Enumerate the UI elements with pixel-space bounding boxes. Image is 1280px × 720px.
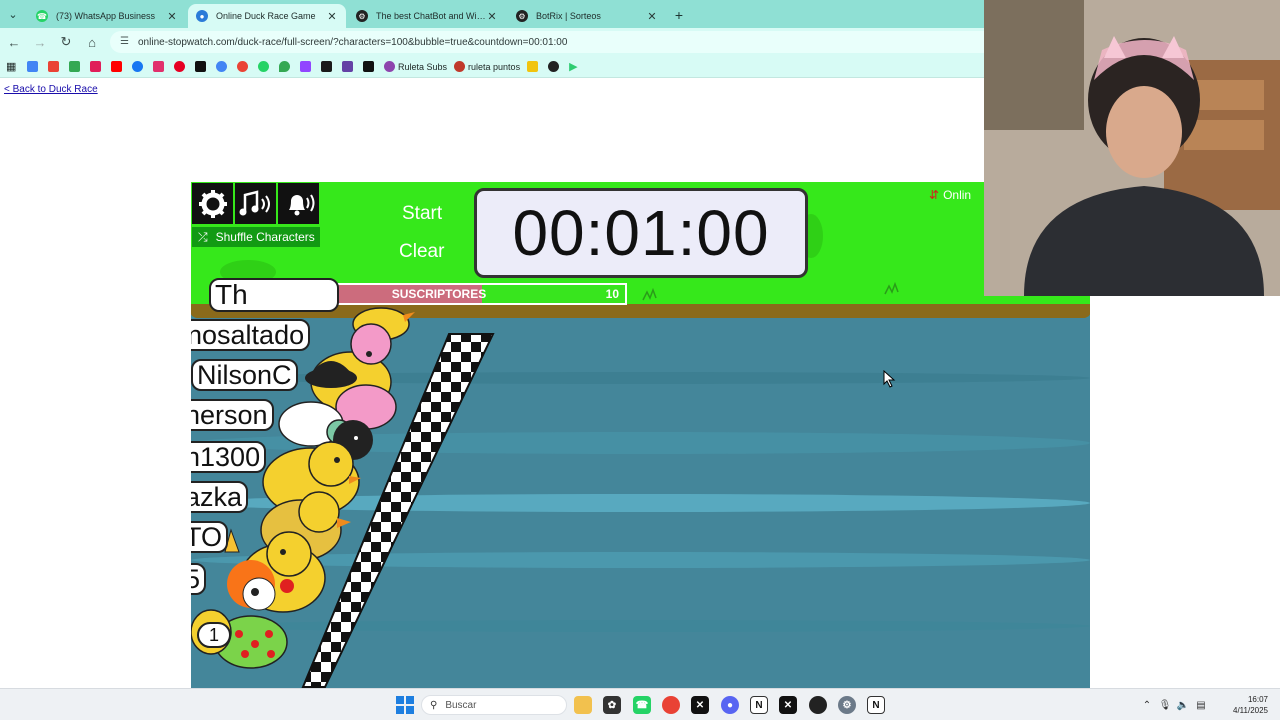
mouse-cursor-icon [883, 370, 896, 388]
online-label: Onlin [943, 188, 972, 202]
system-clock[interactable]: 16:07 4/11/2025 [1210, 694, 1280, 716]
duck-name-tag: Th [209, 278, 339, 312]
address-bar[interactable]: ☰ online-stopwatch.com/duck-race/full-sc… [110, 31, 1070, 53]
forward-arrow-icon[interactable]: → [28, 30, 52, 54]
clock-time: 16:07 [1247, 695, 1268, 704]
chrome-icon[interactable] [662, 696, 680, 714]
duck-name-tag: n1300 [191, 441, 267, 473]
microphone-icon[interactable]: 🎙 [1156, 700, 1174, 711]
obs-icon[interactable] [548, 59, 562, 75]
clock-date: 4/11/2025 [1233, 706, 1268, 715]
duck-name-tag: azka [191, 481, 249, 513]
tab-label: (73) WhatsApp Business [56, 11, 156, 21]
file-explorer-icon[interactable] [574, 696, 592, 714]
maps-icon[interactable] [279, 59, 293, 75]
whatsapp-icon[interactable]: ☎ [633, 696, 651, 714]
back-to-duck-race-link[interactable]: < Back to Duck Race [4, 84, 98, 95]
tab-botrix-sorteos[interactable]: ⚙ BotRix | Sorteos ✕ [508, 4, 666, 28]
play-icon[interactable]: ▶ [569, 59, 583, 75]
chevron-up-icon[interactable]: ⌃ [1138, 700, 1156, 711]
duck-name-tag: nosaltado [191, 319, 311, 351]
taskbar-search[interactable]: ⚲ Buscar [421, 695, 567, 715]
capcut-icon[interactable]: ✕ [691, 696, 709, 714]
close-icon[interactable]: ✕ [646, 10, 658, 23]
site-info-icon[interactable]: ☰ [120, 36, 132, 48]
capcut-icon[interactable]: ✕ [779, 696, 797, 714]
url-text: online-stopwatch.com/duck-race/full-scre… [138, 36, 568, 48]
search-icon: ⚲ [430, 699, 438, 711]
pinterest-icon[interactable] [174, 59, 188, 75]
instagram-icon[interactable] [153, 59, 167, 75]
drive-icon[interactable] [27, 59, 41, 75]
close-icon[interactable]: ✕ [326, 10, 338, 23]
twitch-icon[interactable] [300, 59, 314, 75]
apps-grid-icon[interactable]: ▦ [6, 59, 20, 75]
reload-icon[interactable]: ↻ [54, 30, 78, 54]
online-indicator: ⇵ Onlin [929, 188, 971, 202]
streamlabs-icon[interactable] [363, 59, 377, 75]
streamer-webcam-image [984, 0, 1280, 296]
notion-icon[interactable]: N [867, 696, 885, 714]
discord-icon[interactable]: ● [721, 696, 739, 714]
tab-label: Online Duck Race Game [216, 11, 316, 21]
bookmark-ruleta-puntos[interactable]: ruleta puntos [454, 59, 520, 75]
youtube-icon[interactable] [111, 59, 125, 75]
botrix-icon: ⚙ [356, 10, 368, 22]
tab-search-icon[interactable]: ⌄ [4, 3, 22, 25]
obs-icon[interactable] [809, 696, 827, 714]
gmail-icon[interactable] [48, 59, 62, 75]
whatsapp-icon: ☎ [36, 10, 48, 22]
back-arrow-icon[interactable]: ← [2, 30, 26, 54]
duck-name-tag: TO [191, 521, 229, 553]
wheel-icon [384, 61, 395, 72]
botrix-icon: ⚙ [516, 10, 528, 22]
tab-chatbot[interactable]: ⚙ The best ChatBot and Widgets ✕ [348, 4, 506, 28]
duck-name-tag: nerson [191, 399, 274, 431]
meet-icon[interactable] [69, 59, 83, 75]
duck-name-tag: 5 [191, 563, 207, 595]
webcam-overlay [984, 0, 1280, 296]
folder-icon[interactable] [527, 59, 541, 75]
duck-race-game: ⤮ Shuffle Characters Start Clear 00:01:0… [191, 182, 1090, 688]
bookmark-ruleta-subs[interactable]: Ruleta Subs [384, 59, 447, 75]
ducks-pack [191, 307, 415, 669]
settings-icon[interactable]: ⚙ [838, 696, 856, 714]
slack-icon[interactable] [90, 59, 104, 75]
globe-icon: ● [196, 10, 208, 22]
kick-icon[interactable] [321, 59, 335, 75]
chatgpt-icon[interactable]: ✿ [603, 696, 621, 714]
whatsapp-icon[interactable] [258, 59, 272, 75]
windows-taskbar: ⚲ Buscar ✿ ☎ ✕ ● N ✕ ⚙ N ⌃ 🎙 🔈 ▤ 16:07 4… [0, 688, 1280, 720]
duck-name-tag: 1 [197, 622, 232, 648]
tab-label: The best ChatBot and Widgets [376, 11, 486, 21]
close-icon[interactable]: ✕ [166, 10, 178, 23]
home-icon[interactable]: ⌂ [80, 30, 104, 54]
bookmark-icon[interactable] [216, 59, 230, 75]
windows-start-icon[interactable] [396, 696, 414, 714]
tab-whatsapp[interactable]: ☎ (73) WhatsApp Business ✕ [28, 4, 186, 28]
up-down-arrow-icon: ⇵ [929, 188, 940, 202]
facebook-icon[interactable] [132, 59, 146, 75]
countdown-timer: 00:01:00 [474, 188, 808, 278]
tab-label: BotRix | Sorteos [536, 11, 601, 21]
tab-duck-race[interactable]: ● Online Duck Race Game ✕ [188, 4, 346, 28]
chrome-icon[interactable] [237, 59, 251, 75]
new-tab-button[interactable]: + [668, 4, 690, 26]
tiktok-icon[interactable] [195, 59, 209, 75]
volume-icon[interactable]: 🔈 [1174, 700, 1192, 711]
notion-icon[interactable]: N [750, 696, 768, 714]
download-icon[interactable] [342, 59, 356, 75]
network-icon[interactable]: ▤ [1192, 700, 1210, 711]
progress-goal: 10 [605, 287, 619, 301]
wheel-icon [454, 61, 466, 72]
close-icon[interactable]: ✕ [486, 10, 498, 23]
search-placeholder: Buscar [445, 699, 477, 711]
system-tray: ⌃ 🎙 🔈 ▤ 16:07 4/11/2025 [1138, 689, 1280, 720]
duck-name-tag: NilsonC [191, 359, 298, 391]
